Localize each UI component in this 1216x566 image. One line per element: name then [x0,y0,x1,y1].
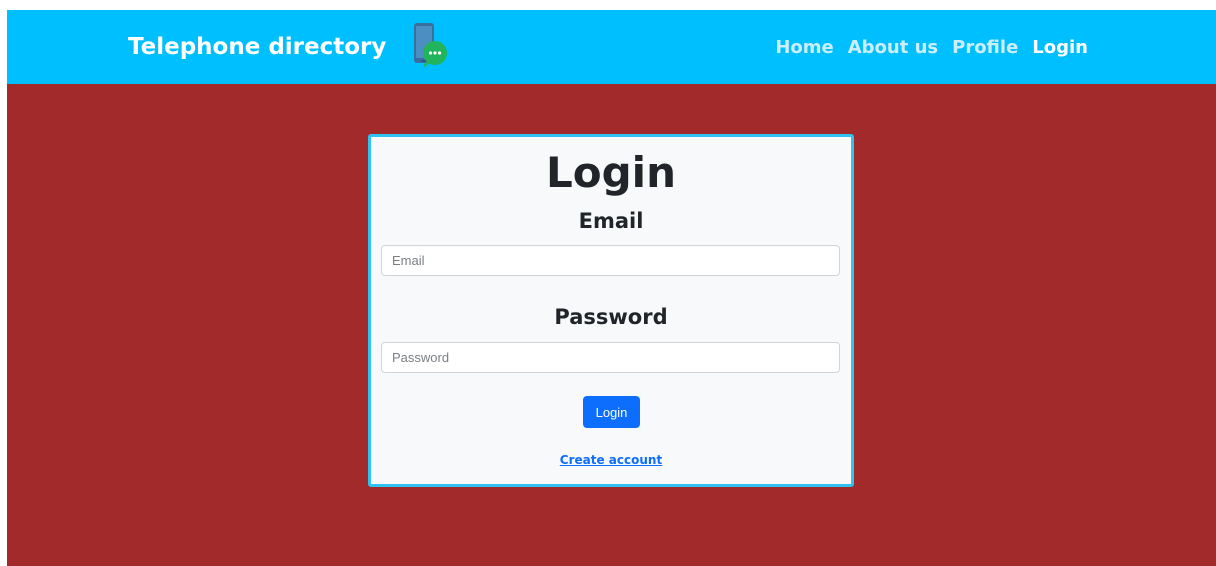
nav-about-link[interactable]: About us [848,36,938,60]
login-button[interactable]: Login [583,396,640,428]
phone-chat-icon [414,23,447,68]
nav-links: Home About us Profile Login [775,36,1088,60]
login-title: Login [546,148,676,197]
create-account-wrapper: Create account [371,452,851,468]
nav-profile-link[interactable]: Profile [952,36,1018,60]
email-field[interactable] [381,245,840,276]
password-label: Password [554,305,668,329]
page-background: Telephone directory Home About us Profil… [7,10,1216,566]
create-account-link[interactable]: Create account [560,453,662,467]
navbar: Telephone directory Home About us Profil… [7,10,1216,84]
password-field[interactable] [381,342,840,373]
brand-title[interactable]: Telephone directory [128,32,386,62]
email-label: Email [578,209,644,233]
login-card: Login Email Password Login Create accoun… [368,134,854,487]
nav-home-link[interactable]: Home [775,36,833,60]
nav-login-link[interactable]: Login [1032,36,1088,60]
